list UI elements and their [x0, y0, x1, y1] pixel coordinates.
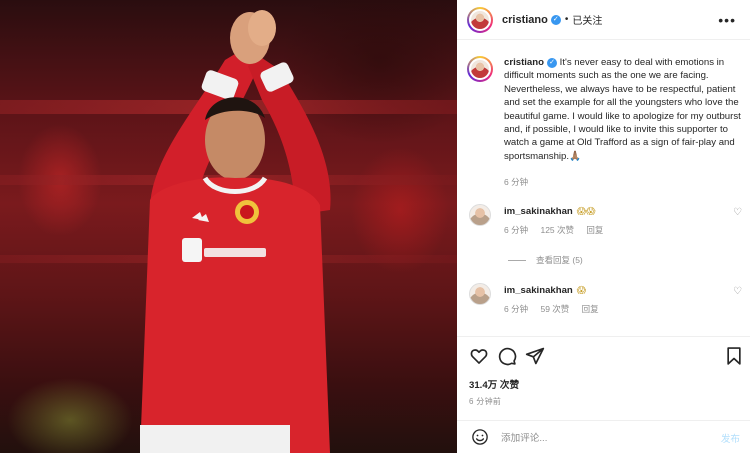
commenter-avatar[interactable] — [469, 204, 491, 226]
view-replies-label[interactable]: 查看回复 (5) — [536, 254, 583, 266]
comment-meta: 6 分钟 59 次赞 回复 — [504, 303, 609, 315]
separator-dot: • — [564, 14, 569, 25]
comment-likes[interactable]: 125 次赞 — [540, 225, 574, 235]
comment-text: 😱 — [576, 285, 587, 295]
verified-badge-icon: ✓ — [547, 58, 557, 68]
heart-icon[interactable] — [469, 346, 489, 366]
heart-icon[interactable]: ♡ — [733, 207, 742, 218]
caption-username[interactable]: cristiano — [504, 57, 544, 68]
post-timestamp: 6 分钟前 — [469, 397, 502, 406]
bookmark-icon[interactable] — [724, 346, 744, 366]
verified-badge-icon: ✓ — [550, 14, 561, 25]
view-replies-button[interactable]: 查看回复 (5) — [508, 254, 583, 266]
post-comment-button[interactable]: 发布 — [721, 431, 740, 445]
caption-author-avatar[interactable] — [467, 56, 493, 82]
share-icon[interactable] — [525, 346, 545, 366]
comment-likes[interactable]: 59 次赞 — [540, 304, 569, 314]
actions-divider — [457, 336, 750, 337]
post-actions-bar — [469, 346, 744, 368]
heart-icon[interactable]: ♡ — [733, 286, 742, 297]
author-avatar[interactable] — [467, 6, 493, 33]
reply-button[interactable]: 回复 — [586, 225, 603, 235]
post-caption: cristiano ✓ It's never easy to deal with … — [467, 56, 743, 163]
add-comment-bar: 添加评论... 发布 — [457, 421, 750, 453]
reply-button[interactable]: 回复 — [582, 304, 599, 314]
add-comment-input[interactable]: 添加评论... — [501, 430, 547, 444]
comment-text: 😱😱 — [576, 206, 596, 216]
more-horizontal-icon[interactable]: ••• — [718, 12, 736, 28]
caption-body: cristiano ✓ It's never easy to deal with … — [504, 56, 743, 163]
post-header: cristiano ✓ • 已关注 ••• — [457, 0, 750, 40]
comment-meta: 6 分钟 125 次赞 回复 — [504, 224, 613, 236]
caption-timestamp: 6 分钟 — [504, 177, 529, 187]
commenter-avatar[interactable] — [469, 283, 491, 305]
author-username[interactable]: cristiano — [502, 14, 548, 26]
like-count[interactable]: 31.4万 次赞 — [469, 377, 519, 391]
caption-text: It's never easy to deal with emotions in… — [504, 57, 741, 162]
player-figure — [140, 10, 331, 453]
replies-divider-line — [508, 259, 526, 261]
smile-icon[interactable] — [471, 428, 489, 446]
post-photo[interactable] — [0, 0, 457, 453]
commenter-username[interactable]: im_sakinakhan — [504, 285, 573, 296]
comment-time: 6 分钟 — [504, 225, 529, 235]
comment-icon[interactable] — [497, 346, 517, 366]
comment-time: 6 分钟 — [504, 304, 529, 314]
commenter-username[interactable]: im_sakinakhan — [504, 206, 573, 217]
post-details-panel: cristiano ✓ • 已关注 ••• cristiano ✓ It's ne… — [457, 0, 750, 453]
follow-status-button[interactable]: 已关注 — [572, 12, 602, 27]
